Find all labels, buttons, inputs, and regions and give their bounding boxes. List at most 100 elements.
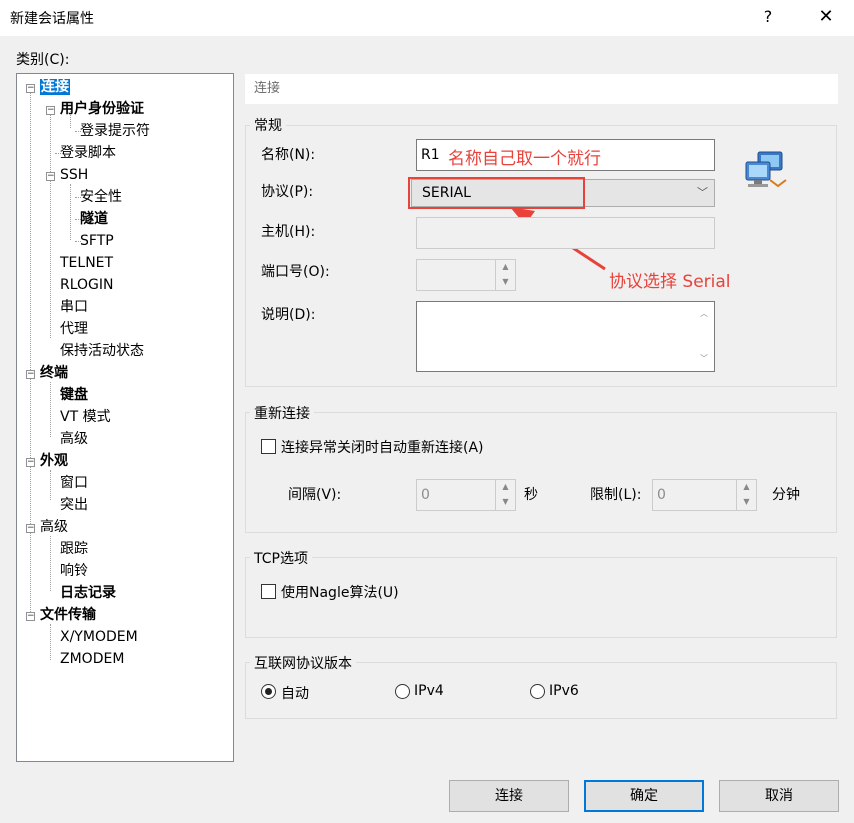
tree-item-serial[interactable]: 串口 bbox=[60, 297, 88, 317]
tree-item-rlogin[interactable]: RLOGIN bbox=[60, 275, 114, 295]
description-scrollbar[interactable]: ︿ ﹀ bbox=[694, 302, 714, 371]
collapse-icon[interactable]: − bbox=[46, 106, 55, 115]
tree-item-logging[interactable]: 日志记录 bbox=[60, 583, 116, 603]
ipv6-label: IPv6 bbox=[549, 683, 579, 699]
tree-item-terminal-advanced[interactable]: 高级 bbox=[60, 429, 88, 449]
tree-label: X/YMODEM bbox=[60, 629, 138, 645]
tree-item-xymodem[interactable]: X/YMODEM bbox=[60, 627, 138, 647]
tree-item-connection[interactable]: 连接 bbox=[40, 77, 70, 97]
ipv4-radio[interactable] bbox=[395, 684, 410, 699]
interval-stepper[interactable]: ▲ ▼ bbox=[495, 480, 515, 510]
close-button[interactable]: ✕ bbox=[808, 2, 844, 32]
tree-item-bell[interactable]: 响铃 bbox=[60, 561, 88, 581]
reconnect-group-title: 重新连接 bbox=[250, 403, 314, 423]
tree-item-trace[interactable]: 跟踪 bbox=[60, 539, 88, 559]
interval-value: 0 bbox=[421, 487, 430, 503]
collapse-icon[interactable]: − bbox=[26, 612, 35, 621]
scroll-up-icon[interactable]: ︿ bbox=[694, 302, 714, 337]
tree-label: 高级 bbox=[60, 431, 88, 447]
spin-up-icon[interactable]: ▲ bbox=[496, 260, 515, 275]
reconnect-group bbox=[245, 412, 837, 533]
tree-label: 窗口 bbox=[60, 475, 88, 491]
host-input[interactable] bbox=[416, 217, 715, 249]
tree-label: 登录提示符 bbox=[80, 123, 150, 139]
tree-item-sftp[interactable]: SFTP bbox=[80, 231, 114, 251]
tree-label: 用户身份验证 bbox=[60, 101, 144, 117]
auto-reconnect-label: 连接异常关闭时自动重新连接(A) bbox=[281, 440, 484, 456]
nagle-checkbox[interactable] bbox=[261, 584, 276, 599]
tree-label: RLOGIN bbox=[60, 277, 114, 293]
collapse-icon[interactable]: − bbox=[26, 84, 35, 93]
spin-down-icon[interactable]: ▼ bbox=[496, 275, 515, 290]
tree-item-window[interactable]: 窗口 bbox=[60, 473, 88, 493]
tree-item-keyboard[interactable]: 键盘 bbox=[60, 385, 88, 405]
tree-item-ssh[interactable]: SSH bbox=[60, 165, 88, 185]
auto-reconnect-checkbox[interactable] bbox=[261, 439, 276, 454]
tree-label: 跟踪 bbox=[60, 541, 88, 557]
tree-label: 高级 bbox=[40, 519, 68, 535]
connect-button[interactable]: 连接 bbox=[449, 780, 569, 812]
spin-up-icon[interactable]: ▲ bbox=[496, 480, 515, 495]
tree-item-appearance[interactable]: 外观 bbox=[40, 451, 68, 471]
tcp-group-title: TCP选项 bbox=[250, 548, 312, 568]
ip-version-group-title: 互联网协议版本 bbox=[250, 653, 356, 673]
protocol-annotation: 协议选择 Serial bbox=[609, 272, 731, 292]
tree-item-vt-mode[interactable]: VT 模式 bbox=[60, 407, 111, 427]
collapse-icon[interactable]: − bbox=[26, 524, 35, 533]
protocol-label: 协议(P): bbox=[261, 184, 314, 200]
spin-down-icon[interactable]: ▼ bbox=[496, 495, 515, 510]
tree-label: 隧道 bbox=[80, 211, 108, 227]
chevron-down-icon: ﹀ bbox=[697, 186, 708, 199]
tree-label: 文件传输 bbox=[40, 607, 96, 623]
tree-item-file-transfer[interactable]: 文件传输 bbox=[40, 605, 96, 625]
scroll-down-icon[interactable]: ﹀ bbox=[694, 337, 714, 372]
spin-up-icon[interactable]: ▲ bbox=[737, 480, 756, 495]
tree-item-telnet[interactable]: TELNET bbox=[60, 253, 113, 273]
cancel-button[interactable]: 取消 bbox=[719, 780, 839, 812]
tree-label: 登录脚本 bbox=[60, 145, 116, 161]
name-value: R1 bbox=[421, 147, 440, 163]
limit-stepper[interactable]: ▲ ▼ bbox=[736, 480, 756, 510]
tree-label: 终端 bbox=[40, 365, 68, 381]
tree-item-login-prompt[interactable]: 登录提示符 bbox=[80, 121, 150, 141]
tree-label: 日志记录 bbox=[60, 585, 116, 601]
general-group-title: 常规 bbox=[250, 115, 286, 135]
port-label: 端口号(O): bbox=[261, 264, 330, 280]
tree-item-user-auth[interactable]: 用户身份验证 bbox=[60, 99, 144, 119]
ip-auto-radio[interactable] bbox=[261, 684, 276, 699]
tree-label: 键盘 bbox=[60, 387, 88, 403]
tree-item-security[interactable]: 安全性 bbox=[80, 187, 122, 207]
tree-item-proxy[interactable]: 代理 bbox=[60, 319, 88, 339]
port-stepper[interactable]: ▲ ▼ bbox=[495, 260, 515, 290]
category-label: 类别(C): bbox=[16, 52, 70, 68]
help-button[interactable]: ? bbox=[752, 2, 784, 32]
name-label: 名称(N): bbox=[261, 147, 316, 163]
tree-item-highlight[interactable]: 突出 bbox=[60, 495, 88, 515]
collapse-icon[interactable]: − bbox=[26, 458, 35, 467]
category-tree[interactable]: 连接 − 用户身份验证 − 登录提示符 登录脚本 SSH − 安全性 隧道 SF… bbox=[16, 73, 234, 762]
tree-item-keepalive[interactable]: 保持活动状态 bbox=[60, 341, 144, 361]
tree-item-advanced[interactable]: 高级 bbox=[40, 517, 68, 537]
port-input[interactable]: ▲ ▼ bbox=[416, 259, 516, 291]
tree-label: 代理 bbox=[60, 321, 88, 337]
ok-button[interactable]: 确定 bbox=[584, 780, 704, 812]
name-annotation: 名称自己取一个就行 bbox=[448, 149, 601, 169]
tree-item-login-script[interactable]: 登录脚本 bbox=[60, 143, 116, 163]
tree-label: 安全性 bbox=[80, 189, 122, 205]
description-textarea[interactable]: ︿ ﹀ bbox=[416, 301, 715, 372]
ip-auto-label: 自动 bbox=[281, 686, 309, 702]
tree-item-zmodem[interactable]: ZMODEM bbox=[60, 649, 124, 669]
limit-input[interactable]: 0 ▲ ▼ bbox=[652, 479, 757, 511]
tree-item-tunnel[interactable]: 隧道 bbox=[80, 209, 108, 229]
section-header: 连接 bbox=[245, 74, 838, 104]
collapse-icon[interactable]: − bbox=[26, 370, 35, 379]
tree-label: 响铃 bbox=[60, 563, 88, 579]
interval-input[interactable]: 0 ▲ ▼ bbox=[416, 479, 516, 511]
spin-down-icon[interactable]: ▼ bbox=[737, 495, 756, 510]
ipv6-radio[interactable] bbox=[530, 684, 545, 699]
collapse-icon[interactable]: − bbox=[46, 172, 55, 181]
tree-item-terminal[interactable]: 终端 bbox=[40, 363, 68, 383]
description-label: 说明(D): bbox=[261, 307, 316, 323]
tree-label: 保持活动状态 bbox=[60, 343, 144, 359]
nagle-label: 使用Nagle算法(U) bbox=[281, 585, 399, 601]
